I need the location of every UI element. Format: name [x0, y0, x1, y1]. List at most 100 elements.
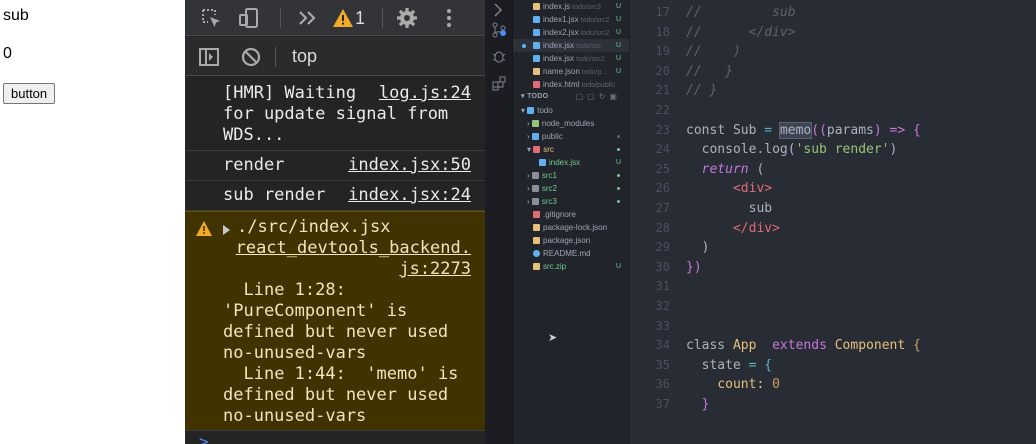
inspect-element-icon[interactable] — [199, 6, 223, 30]
message-text: [HMR] Waiting — [223, 83, 357, 103]
js-file-icon — [533, 3, 540, 10]
file-item[interactable]: package-lock.json — [513, 221, 629, 234]
modified-dot-icon — [617, 187, 620, 190]
devtools-panel: 1 top [HMR] Waiting log.js:24 for update … — [185, 0, 485, 444]
count-text: 0 — [3, 45, 12, 62]
app-preview: sub 0 button — [0, 0, 185, 444]
folder-item[interactable]: › src2 — [513, 182, 629, 195]
warning-path: ./src/index.jsx — [237, 217, 391, 237]
react-file-icon — [533, 29, 540, 36]
open-editor-item[interactable]: index.jsx todo/src2 U — [513, 52, 629, 65]
code-line: 32 — [655, 299, 670, 313]
code-line: 30}) — [655, 259, 702, 275]
code-line: 21// } — [655, 83, 718, 99]
folder-icon — [531, 198, 539, 205]
explorer-icon[interactable] — [491, 2, 507, 18]
react-file-icon — [533, 55, 540, 62]
folder-item[interactable]: ▾ src — [513, 143, 629, 156]
code-line: 31 — [655, 279, 670, 294]
show-sidebar-icon[interactable] — [197, 45, 221, 69]
console-output: [HMR] Waiting log.js:24 for update signal… — [185, 77, 485, 431]
html-file-icon — [533, 81, 540, 88]
console-warning: ./src/index.jsx react_devtools_backend. … — [185, 211, 485, 431]
code-line: 18// </div> — [655, 24, 796, 40]
message-text-continued: for update signal from WDS... — [223, 104, 449, 145]
open-editor-item[interactable]: index.jsx todo/src U — [513, 39, 629, 52]
console-filter-bar: top — [185, 37, 485, 76]
folder-item[interactable]: › node_modules — [513, 117, 629, 130]
json-file-icon — [533, 237, 540, 244]
react-file-icon — [539, 159, 546, 166]
warning-icon — [195, 220, 213, 238]
sub-text: sub — [3, 7, 29, 24]
folder-icon — [527, 107, 535, 114]
settings-gear-icon[interactable] — [395, 6, 419, 30]
console-prompt[interactable]: > — [199, 432, 209, 444]
folder-icon — [531, 133, 539, 140]
message-source-link[interactable]: index.jsx:24 — [348, 185, 471, 206]
open-editor-item[interactable]: index2.jsx todo/src2 U — [513, 26, 629, 39]
code-line: 23 const Sub = memo((params) => { — [655, 121, 921, 139]
toolbar-divider — [382, 8, 383, 28]
context-selector[interactable]: top — [292, 46, 317, 67]
file-item[interactable]: src.zip U — [513, 260, 629, 273]
unsaved-dot-icon — [522, 44, 526, 48]
code-line: 37 } — [655, 397, 710, 412]
explorer-actions[interactable]: ▢▢↻▣ — [576, 92, 621, 101]
git-file-icon — [533, 211, 540, 218]
code-line: 24 console.log('sub render') — [655, 142, 898, 158]
workspace-section-title[interactable]: ▾ TODO — [521, 92, 548, 100]
folder-item[interactable]: › src1 — [513, 169, 629, 182]
code-line: 33 — [655, 318, 670, 333]
toolbar-divider — [275, 47, 276, 67]
folder-icon — [533, 146, 541, 153]
code-line: 35 state = { — [655, 357, 773, 373]
debug-icon[interactable] — [491, 48, 507, 64]
open-editor-item[interactable]: index1.jsx todo/src2 U — [513, 13, 629, 26]
message-text: render — [223, 155, 285, 175]
react-file-icon — [533, 16, 540, 23]
info-file-icon — [533, 250, 540, 257]
open-editor-item[interactable]: name.json todo/p... U — [513, 65, 629, 78]
folder-item[interactable]: ▾ todo — [513, 104, 629, 117]
more-tabs-icon[interactable] — [295, 6, 319, 30]
source-control-icon[interactable] — [491, 22, 507, 38]
json-file-icon — [533, 68, 540, 75]
folder-item[interactable]: › src3 — [513, 195, 629, 208]
expand-arrow-icon[interactable] — [223, 225, 230, 235]
increment-button[interactable]: button — [3, 83, 56, 104]
open-editor-item[interactable]: index.js todo/src3 U — [513, 0, 629, 13]
console-message: render index.jsx:50 — [185, 151, 485, 181]
message-source-link[interactable]: log.js:24 — [379, 83, 471, 104]
message-source-link[interactable]: index.jsx:50 — [348, 155, 471, 176]
folder-item[interactable]: › public — [513, 130, 629, 143]
file-item[interactable]: index.jsx U — [513, 156, 629, 169]
devtools-toolbar: 1 — [185, 0, 485, 36]
code-line: 29 ) — [655, 240, 710, 256]
modified-dot-icon — [617, 148, 620, 151]
file-explorer: index.js todo/src3 U index1.jsx todo/src2 U … — [513, 0, 629, 444]
device-toolbar-icon[interactable] — [237, 6, 261, 30]
file-item[interactable]: .gitignore — [513, 208, 629, 221]
file-item[interactable]: package.json — [513, 234, 629, 247]
open-editor-item[interactable]: index.html todo/public — [513, 78, 629, 91]
warning-source-link[interactable]: react_devtools_backend. — [223, 238, 471, 259]
file-item[interactable]: README.md — [513, 247, 629, 260]
folder-icon — [531, 120, 539, 127]
code-view[interactable]: 17// sub 18// </div> 19// ) 20// } 21// … — [630, 0, 1036, 444]
kebab-menu-icon[interactable] — [437, 6, 461, 30]
modified-dot-icon — [617, 200, 620, 203]
code-line: 20// } — [655, 63, 733, 79]
code-line: 26 <div> — [655, 181, 773, 197]
extensions-icon[interactable] — [491, 76, 507, 92]
folder-icon — [531, 185, 539, 192]
modified-dot-icon — [617, 174, 620, 177]
code-line: 27 sub — [655, 201, 773, 216]
mouse-cursor-icon: ➤ — [548, 332, 558, 344]
warning-icon[interactable] — [331, 6, 355, 30]
warning-source-link-line2[interactable]: js:2273 — [223, 259, 471, 280]
clear-console-icon[interactable] — [239, 45, 263, 69]
warning-body: Line 1:28: 'PureComponent' is defined bu… — [223, 280, 459, 426]
folder-icon — [531, 172, 539, 179]
react-file-icon — [533, 42, 540, 49]
